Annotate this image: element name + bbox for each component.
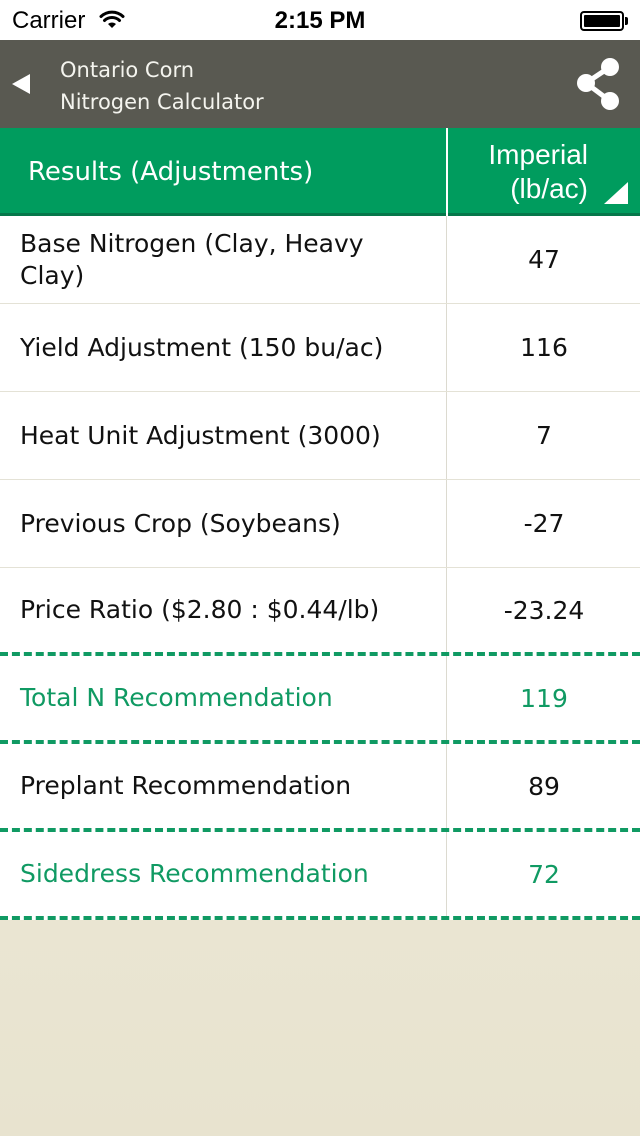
unit-line2: (lb/ac)	[510, 173, 588, 204]
row-value: -27	[523, 509, 565, 538]
table-row: Base Nitrogen (Clay, Heavy Clay) 47	[0, 216, 640, 304]
total-row: Total N Recommendation 119	[0, 656, 640, 744]
row-label: Price Ratio ($2.80 : $0.44/lb)	[20, 595, 380, 624]
row-value: 7	[536, 421, 552, 450]
nav-title-line1: Ontario Corn	[60, 58, 195, 82]
column-divider	[446, 568, 447, 652]
back-arrow-icon	[12, 74, 30, 94]
share-button[interactable]	[572, 54, 624, 114]
row-value: 116	[520, 333, 568, 362]
row-label: Preplant Recommendation	[20, 771, 352, 800]
sidedress-label: Sidedress Recommendation	[20, 859, 369, 888]
row-value: -23.24	[503, 595, 585, 625]
row-label: Base Nitrogen (Clay, Heavy Clay)	[20, 228, 364, 290]
table-row: Preplant Recommendation 89	[0, 744, 640, 832]
dropdown-corner-icon	[604, 182, 628, 204]
row-value: 89	[528, 771, 560, 801]
table-row: Heat Unit Adjustment (3000) 7	[0, 392, 640, 480]
column-divider	[446, 744, 447, 828]
column-divider	[446, 656, 447, 740]
nav-title: Ontario Corn Nitrogen Calculator	[60, 54, 264, 118]
sidedress-row: Sidedress Recommendation 72	[0, 832, 640, 920]
results-header: Results (Adjustments) Imperial (lb/ac)	[0, 128, 640, 216]
column-divider	[446, 832, 447, 916]
status-time: 2:15 PM	[274, 7, 366, 34]
results-table: Base Nitrogen (Clay, Heavy Clay) 47 Yiel…	[0, 216, 640, 920]
row-value: 47	[528, 245, 560, 274]
total-label: Total N Recommendation	[20, 683, 333, 712]
share-icon	[577, 58, 619, 110]
results-header-label: Results (Adjustments)	[28, 157, 314, 187]
column-divider	[446, 216, 447, 303]
battery-icon	[580, 11, 628, 31]
unit-line1: Imperial	[488, 139, 588, 170]
column-divider	[446, 304, 447, 391]
sidedress-value: 72	[528, 859, 560, 889]
unit-selector[interactable]: Imperial (lb/ac)	[448, 128, 640, 216]
back-button[interactable]	[0, 40, 52, 128]
nav-bar: Ontario Corn Nitrogen Calculator	[0, 40, 640, 128]
status-bar: Carrier 2:15 PM	[0, 0, 640, 40]
table-row: Price Ratio ($2.80 : $0.44/lb) -23.24	[0, 568, 640, 656]
column-divider	[446, 480, 447, 567]
row-label: Previous Crop (Soybeans)	[20, 508, 341, 538]
column-divider	[446, 392, 447, 479]
row-label: Yield Adjustment (150 bu/ac)	[20, 332, 384, 362]
table-row: Yield Adjustment (150 bu/ac) 116	[0, 304, 640, 392]
row-label: Heat Unit Adjustment (3000)	[20, 420, 381, 450]
total-value: 119	[520, 683, 568, 713]
table-row: Previous Crop (Soybeans) -27	[0, 480, 640, 568]
nav-title-line2: Nitrogen Calculator	[60, 90, 264, 114]
